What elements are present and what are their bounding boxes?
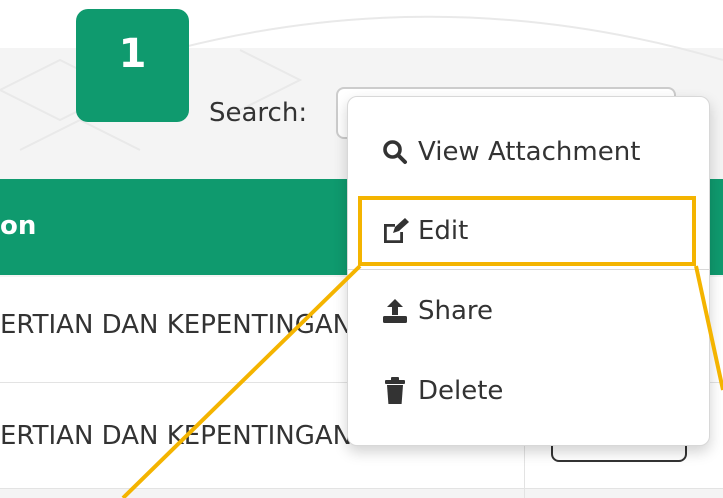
search-label: Search: (209, 98, 308, 128)
menu-item-share[interactable]: Share (348, 276, 709, 346)
upload-icon (380, 296, 410, 326)
action-dropdown-menu: View Attachment Edit Share Delete (347, 96, 710, 446)
search-icon (380, 137, 410, 167)
menu-divider (348, 269, 709, 270)
row-title: ERTIAN DAN KEPENTINGAN (0, 310, 353, 340)
edit-icon (380, 216, 410, 246)
row-title: ERTIAN DAN KEPENTINGAN (0, 421, 353, 451)
menu-item-label: Delete (418, 376, 504, 406)
menu-item-label: View Attachment (418, 137, 641, 167)
menu-item-view-attachment[interactable]: View Attachment (348, 117, 709, 187)
menu-item-label: Edit (418, 216, 469, 246)
step-number: 1 (118, 31, 147, 77)
menu-item-edit[interactable]: Edit (348, 196, 709, 266)
table-header-title: on (0, 211, 37, 241)
step-badge: 1 (76, 9, 189, 122)
trash-icon (380, 376, 410, 406)
menu-item-delete[interactable]: Delete (348, 356, 709, 426)
menu-item-label: Share (418, 296, 494, 326)
